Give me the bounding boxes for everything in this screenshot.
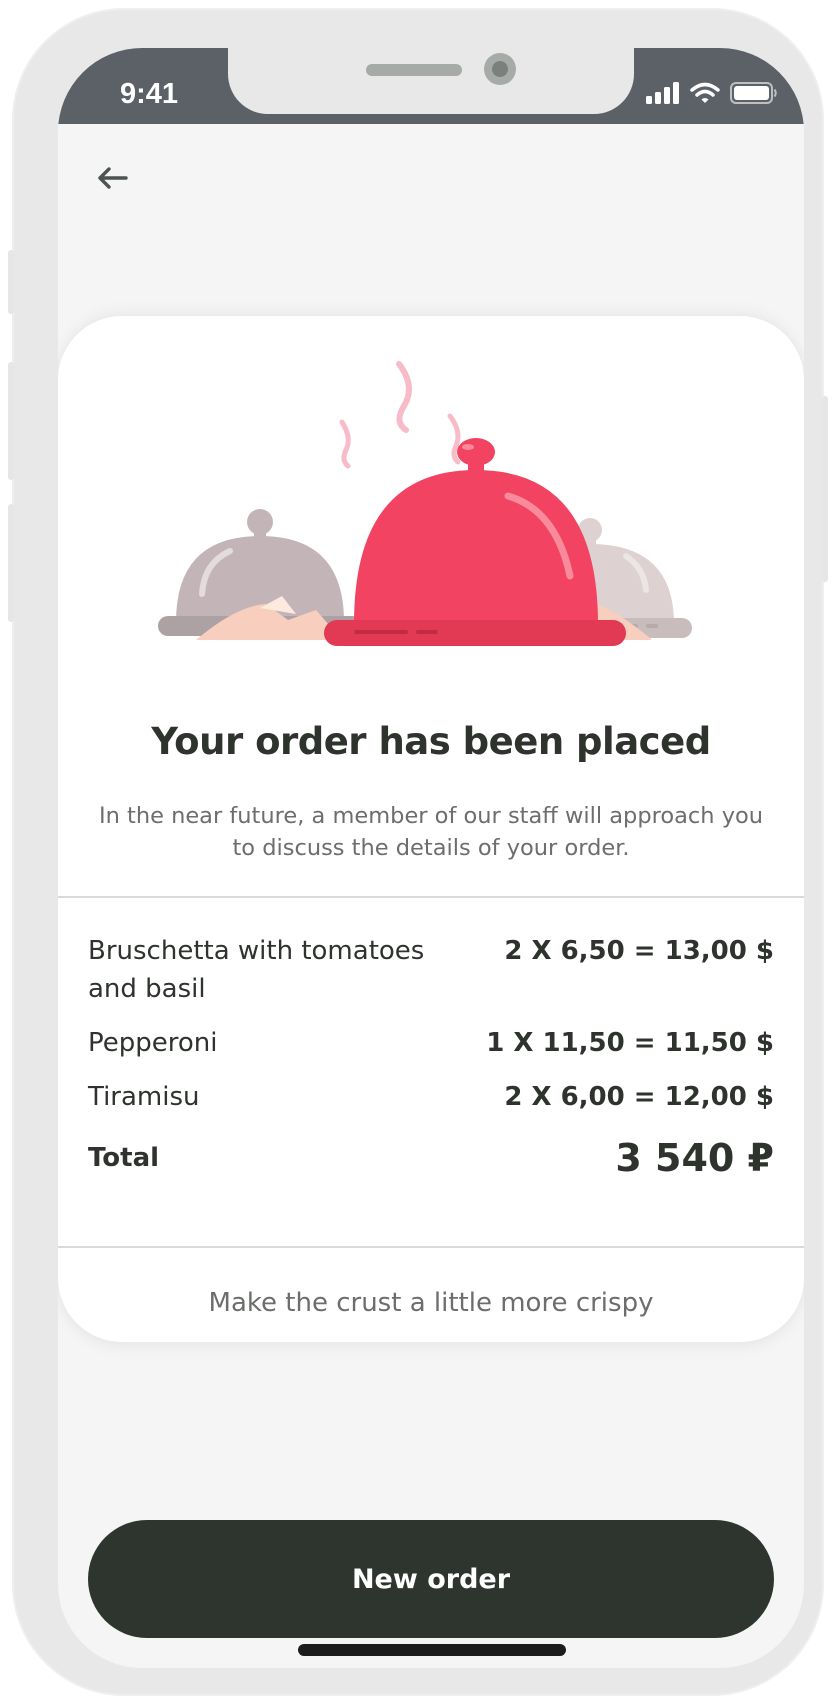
signal-icon	[646, 82, 679, 104]
food-cloche-icon	[158, 361, 692, 646]
volume-down-button	[8, 504, 14, 622]
new-order-button[interactable]: New order	[88, 1520, 774, 1638]
item-name: Bruschetta with tomatoes and basil	[88, 936, 425, 1004]
front-camera	[484, 53, 516, 85]
item-price: 2 X 6,50 = 13,00 $	[504, 936, 774, 966]
total-value: 3 540 ₽	[615, 1136, 774, 1180]
phone-frame: 9:41 Your order has been placed In the n…	[8, 10, 828, 1694]
order-item: Pepperoni 1 X 11,50 = 11,50 $	[88, 1024, 774, 1062]
back-button[interactable]	[94, 160, 130, 196]
arrow-left-icon	[98, 167, 128, 189]
confirmation-message: In the near future, a member of our staf…	[98, 803, 764, 861]
confirmation-title: Your order has been placed	[151, 720, 711, 763]
app-screen: 9:41 Your order has been placed In the n…	[58, 48, 804, 1668]
status-time: 9:41	[120, 78, 179, 110]
order-item: Bruschetta with tomatoes and basil 2 X 6…	[88, 932, 774, 1008]
divider	[58, 1246, 804, 1248]
item-name: Pepperoni	[88, 1028, 218, 1058]
home-indicator[interactable]	[298, 1644, 566, 1656]
divider	[58, 896, 804, 898]
order-confirmation-card: Your order has been placed In the near f…	[58, 316, 804, 1342]
battery-icon	[730, 82, 777, 104]
item-name: Tiramisu	[88, 1082, 200, 1112]
order-item: Tiramisu 2 X 6,00 = 12,00 $	[88, 1078, 774, 1116]
order-total: Total 3 540 ₽	[88, 1136, 774, 1180]
wifi-icon	[690, 82, 720, 103]
status-icons	[646, 82, 778, 104]
speaker-grille	[366, 64, 462, 76]
item-price: 2 X 6,00 = 12,00 $	[504, 1082, 774, 1112]
device-notch	[228, 48, 634, 114]
power-button	[822, 396, 828, 582]
item-price: 1 X 11,50 = 11,50 $	[486, 1028, 774, 1058]
mute-switch	[8, 250, 14, 314]
volume-up-button	[8, 362, 14, 480]
order-items-list: Bruschetta with tomatoes and basil 2 X 6…	[88, 932, 774, 1180]
order-comment: Make the crust a little more crispy	[208, 1288, 654, 1318]
total-label: Total	[88, 1143, 160, 1173]
